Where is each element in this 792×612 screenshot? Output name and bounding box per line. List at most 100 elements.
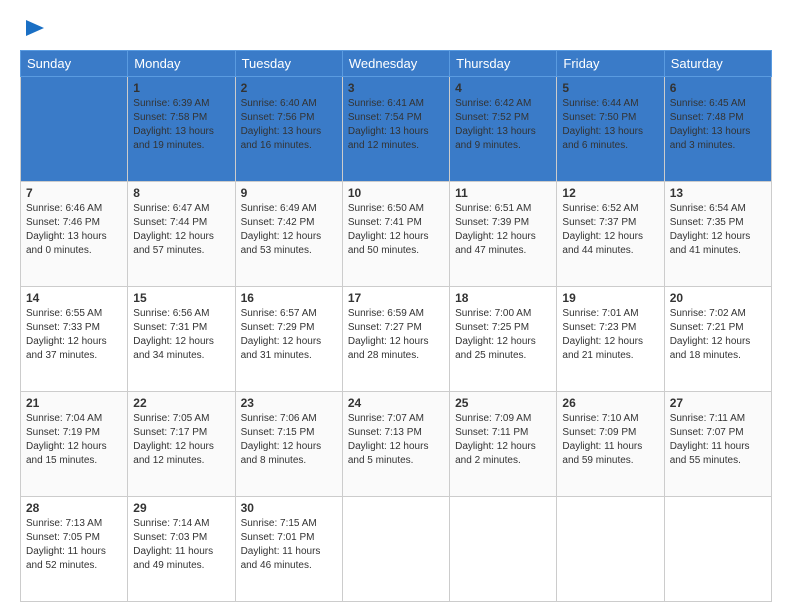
day-content: Sunrise: 7:04 AM Sunset: 7:19 PM Dayligh…: [26, 412, 122, 468]
calendar-cell: 10Sunrise: 6:50 AM Sunset: 7:41 PM Dayli…: [342, 182, 449, 287]
day-number: 3: [348, 81, 444, 95]
day-content: Sunrise: 7:15 AM Sunset: 7:01 PM Dayligh…: [241, 517, 337, 573]
day-content: Sunrise: 6:42 AM Sunset: 7:52 PM Dayligh…: [455, 97, 551, 153]
calendar-cell: 26 Sunrise: 7:10 AM Sunset: 7:09 PM Dayli…: [557, 392, 664, 497]
day-number: 23: [241, 396, 337, 410]
calendar-cell: 8 Sunrise: 6:47 AM Sunset: 7:44 PM Daylig…: [128, 182, 235, 287]
calendar-cell: [557, 497, 664, 602]
day-content: Sunrise: 7:02 AM Sunset: 7:21 PM Dayligh…: [670, 307, 766, 363]
day-number: 12: [562, 186, 658, 200]
calendar-cell: 14Sunrise: 6:55 AM Sunset: 7:33 PM Dayli…: [21, 287, 128, 392]
week-row-2: 7Sunrise: 6:46 AM Sunset: 7:46 PM Daylig…: [21, 182, 772, 287]
day-number: 2: [241, 81, 337, 95]
calendar-table: SundayMondayTuesdayWednesdayThursdayFrid…: [20, 50, 772, 602]
day-number: 13: [670, 186, 766, 200]
calendar-cell: 18Sunrise: 7:00 AM Sunset: 7:25 PM Dayli…: [450, 287, 557, 392]
day-content: Sunrise: 6:59 AM Sunset: 7:27 PM Dayligh…: [348, 307, 444, 363]
day-content: Sunrise: 6:54 AM Sunset: 7:35 PM Dayligh…: [670, 202, 766, 258]
day-content: Sunrise: 6:45 AM Sunset: 7:48 PM Dayligh…: [670, 97, 766, 153]
day-number: 11: [455, 186, 551, 200]
weekday-header-friday: Friday: [557, 51, 664, 77]
day-content: Sunrise: 7:11 AM Sunset: 7:07 PM Dayligh…: [670, 412, 766, 468]
day-content: Sunrise: 6:47 AM Sunset: 7:44 PM Dayligh…: [133, 202, 229, 258]
calendar-cell: 17 Sunrise: 6:59 AM Sunset: 7:27 PM Dayli…: [342, 287, 449, 392]
calendar-cell: 2 Sunrise: 6:40 AM Sunset: 7:56 PM Daylig…: [235, 77, 342, 182]
day-number: 4: [455, 81, 551, 95]
calendar-cell: 3 Sunrise: 6:41 AM Sunset: 7:54 PM Daylig…: [342, 77, 449, 182]
day-content: Sunrise: 6:46 AM Sunset: 7:46 PM Dayligh…: [26, 202, 122, 258]
calendar-cell: 6 Sunrise: 6:45 AM Sunset: 7:48 PM Daylig…: [664, 77, 771, 182]
day-content: Sunrise: 6:44 AM Sunset: 7:50 PM Dayligh…: [562, 97, 658, 153]
day-number: 6: [670, 81, 766, 95]
week-row-3: 14Sunrise: 6:55 AM Sunset: 7:33 PM Dayli…: [21, 287, 772, 392]
day-content: Sunrise: 7:01 AM Sunset: 7:23 PM Dayligh…: [562, 307, 658, 363]
calendar-cell: 27 Sunrise: 7:11 AM Sunset: 7:07 PM Dayli…: [664, 392, 771, 497]
day-content: Sunrise: 7:14 AM Sunset: 7:03 PM Dayligh…: [133, 517, 229, 573]
day-number: 16: [241, 291, 337, 305]
weekday-header-wednesday: Wednesday: [342, 51, 449, 77]
calendar-cell: 7Sunrise: 6:46 AM Sunset: 7:46 PM Daylig…: [21, 182, 128, 287]
calendar-cell: [342, 497, 449, 602]
day-number: 1: [133, 81, 229, 95]
day-content: Sunrise: 6:50 AM Sunset: 7:41 PM Dayligh…: [348, 202, 444, 258]
weekday-header-tuesday: Tuesday: [235, 51, 342, 77]
calendar-cell: 12 Sunrise: 6:52 AM Sunset: 7:37 PM Dayli…: [557, 182, 664, 287]
day-content: Sunrise: 6:40 AM Sunset: 7:56 PM Dayligh…: [241, 97, 337, 153]
calendar-cell: 21 Sunrise: 7:04 AM Sunset: 7:19 PM Dayli…: [21, 392, 128, 497]
day-number: 9: [241, 186, 337, 200]
calendar-cell: 22Sunrise: 7:05 AM Sunset: 7:17 PM Dayli…: [128, 392, 235, 497]
calendar-cell: 29 Sunrise: 7:14 AM Sunset: 7:03 PM Dayli…: [128, 497, 235, 602]
weekday-header-row: SundayMondayTuesdayWednesdayThursdayFrid…: [21, 51, 772, 77]
day-number: 19: [562, 291, 658, 305]
day-number: 5: [562, 81, 658, 95]
calendar-cell: [664, 497, 771, 602]
calendar-cell: 23 Sunrise: 7:06 AM Sunset: 7:15 PM Dayli…: [235, 392, 342, 497]
calendar-cell: [21, 77, 128, 182]
day-number: 21: [26, 396, 122, 410]
calendar-cell: 15Sunrise: 6:56 AM Sunset: 7:31 PM Dayli…: [128, 287, 235, 392]
week-row-5: 28 Sunrise: 7:13 AM Sunset: 7:05 PM Dayli…: [21, 497, 772, 602]
calendar-cell: 4 Sunrise: 6:42 AM Sunset: 7:52 PM Daylig…: [450, 77, 557, 182]
calendar-cell: 5 Sunrise: 6:44 AM Sunset: 7:50 PM Daylig…: [557, 77, 664, 182]
logo: [20, 18, 46, 40]
calendar-cell: 28 Sunrise: 7:13 AM Sunset: 7:05 PM Dayli…: [21, 497, 128, 602]
calendar-cell: 13 Sunrise: 6:54 AM Sunset: 7:35 PM Dayli…: [664, 182, 771, 287]
day-number: 28: [26, 501, 122, 515]
day-number: 15: [133, 291, 229, 305]
day-content: Sunrise: 7:07 AM Sunset: 7:13 PM Dayligh…: [348, 412, 444, 468]
weekday-header-thursday: Thursday: [450, 51, 557, 77]
day-content: Sunrise: 6:49 AM Sunset: 7:42 PM Dayligh…: [241, 202, 337, 258]
calendar-cell: 25Sunrise: 7:09 AM Sunset: 7:11 PM Dayli…: [450, 392, 557, 497]
day-content: Sunrise: 6:41 AM Sunset: 7:54 PM Dayligh…: [348, 97, 444, 153]
week-row-1: 1Sunrise: 6:39 AM Sunset: 7:58 PM Daylig…: [21, 77, 772, 182]
day-number: 27: [670, 396, 766, 410]
calendar-cell: 16Sunrise: 6:57 AM Sunset: 7:29 PM Dayli…: [235, 287, 342, 392]
calendar-cell: 30Sunrise: 7:15 AM Sunset: 7:01 PM Dayli…: [235, 497, 342, 602]
calendar-cell: 11 Sunrise: 6:51 AM Sunset: 7:39 PM Dayli…: [450, 182, 557, 287]
day-number: 24: [348, 396, 444, 410]
weekday-header-monday: Monday: [128, 51, 235, 77]
day-number: 25: [455, 396, 551, 410]
weekday-header-sunday: Sunday: [21, 51, 128, 77]
header: [20, 18, 772, 40]
day-content: Sunrise: 7:06 AM Sunset: 7:15 PM Dayligh…: [241, 412, 337, 468]
page: SundayMondayTuesdayWednesdayThursdayFrid…: [0, 0, 792, 612]
calendar-cell: 20 Sunrise: 7:02 AM Sunset: 7:21 PM Dayli…: [664, 287, 771, 392]
day-number: 22: [133, 396, 229, 410]
day-content: Sunrise: 7:13 AM Sunset: 7:05 PM Dayligh…: [26, 517, 122, 573]
calendar-cell: 19 Sunrise: 7:01 AM Sunset: 7:23 PM Dayli…: [557, 287, 664, 392]
day-content: Sunrise: 7:10 AM Sunset: 7:09 PM Dayligh…: [562, 412, 658, 468]
day-content: Sunrise: 6:51 AM Sunset: 7:39 PM Dayligh…: [455, 202, 551, 258]
day-content: Sunrise: 7:00 AM Sunset: 7:25 PM Dayligh…: [455, 307, 551, 363]
weekday-header-saturday: Saturday: [664, 51, 771, 77]
day-number: 29: [133, 501, 229, 515]
day-number: 20: [670, 291, 766, 305]
logo-flag-icon: [24, 18, 46, 40]
day-number: 8: [133, 186, 229, 200]
calendar-cell: [450, 497, 557, 602]
day-content: Sunrise: 6:52 AM Sunset: 7:37 PM Dayligh…: [562, 202, 658, 258]
day-number: 17: [348, 291, 444, 305]
calendar-cell: 9 Sunrise: 6:49 AM Sunset: 7:42 PM Daylig…: [235, 182, 342, 287]
day-number: 26: [562, 396, 658, 410]
week-row-4: 21 Sunrise: 7:04 AM Sunset: 7:19 PM Dayli…: [21, 392, 772, 497]
